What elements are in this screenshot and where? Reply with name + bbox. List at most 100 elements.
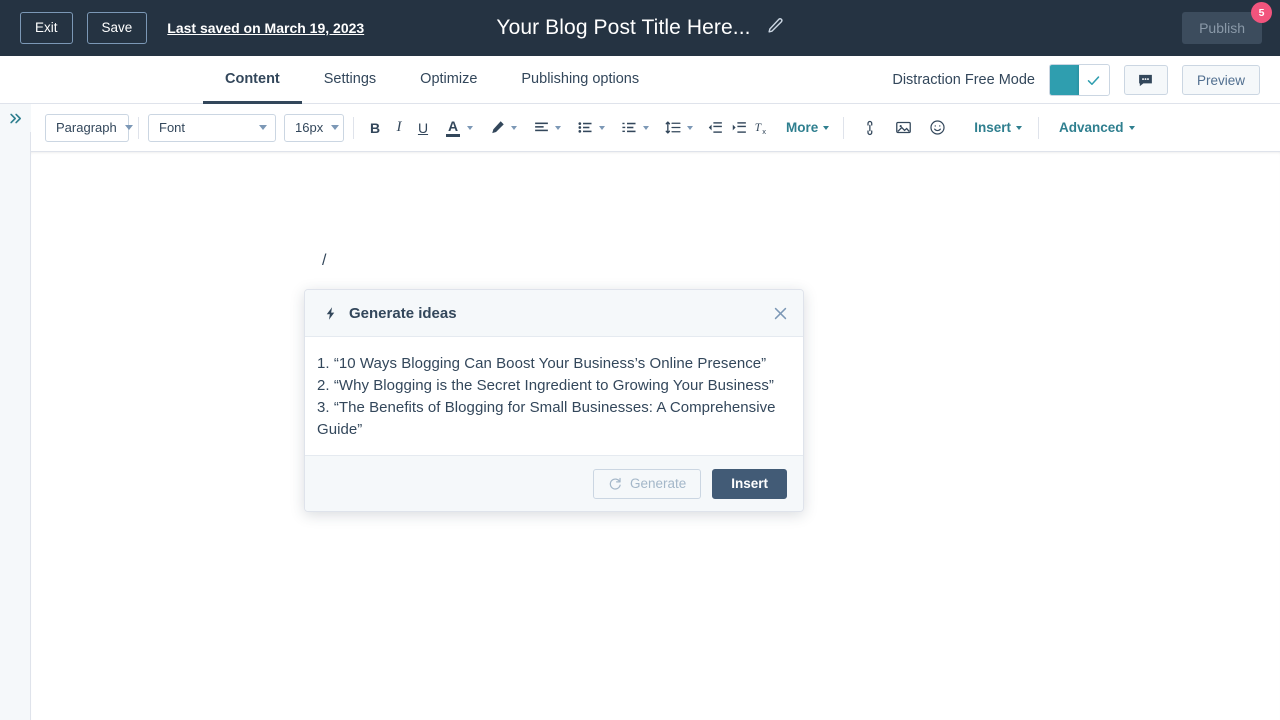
emoji-button[interactable] (925, 114, 949, 142)
comment-button[interactable] (1123, 65, 1168, 95)
text-color-icon: A (446, 119, 460, 137)
chevron-down-icon (331, 125, 340, 130)
chevron-down-icon[interactable] (599, 125, 605, 130)
distraction-free-mode-toggle[interactable] (1048, 64, 1110, 96)
status-badge: 5 (1251, 2, 1272, 23)
align-button[interactable] (529, 114, 553, 142)
image-icon (895, 121, 911, 134)
bold-button[interactable]: B (363, 114, 387, 142)
toolbar-divider (843, 116, 845, 139)
text-color-group: A (441, 114, 473, 142)
align-group (529, 114, 561, 142)
text-color-button[interactable]: A (441, 114, 465, 142)
align-icon (534, 122, 548, 132)
tab-content[interactable]: Content (203, 57, 302, 104)
chevron-down-icon[interactable] (1128, 125, 1135, 130)
lightning-bolt-icon (326, 306, 335, 320)
double-chevron-right-icon (10, 113, 21, 123)
bold-icon: B (369, 119, 381, 136)
page-title[interactable]: Your Blog Post Title Here... (496, 16, 750, 40)
toolbar-divider (353, 116, 354, 139)
editor-content: / (322, 252, 327, 269)
save-button[interactable]: Save (86, 12, 148, 44)
svg-text:T: T (755, 122, 762, 134)
tab-publishing-options[interactable]: Publishing options (499, 57, 661, 104)
modal-body: 1. “10 Ways Blogging Can Boost Your Busi… (305, 337, 803, 455)
publish-button[interactable]: Publish (1182, 12, 1262, 44)
advanced-menu-group: Advanced (1056, 120, 1135, 135)
distraction-free-mode-label: Distraction Free Mode (892, 72, 1035, 88)
numbered-list-group (617, 114, 649, 142)
sidebar-expand-button[interactable] (0, 104, 31, 132)
generate-ideas-modal: Generate ideas 1. “10 Ways Blogging Can … (304, 289, 804, 512)
last-saved-link[interactable]: Last saved on March 19, 2023 (167, 20, 364, 36)
toolbar-divider (138, 116, 139, 139)
font-size-value: 16px (295, 120, 324, 135)
highlight-group (485, 114, 517, 142)
font-family-value: Font (159, 120, 186, 135)
bullet-list-icon (577, 122, 592, 133)
idea-item: 3. “The Benefits of Blogging for Small B… (317, 399, 776, 438)
top-bar-right-group: Publish 5 (1182, 0, 1272, 56)
idea-item: 2. “Why Blogging is the Secret Ingredien… (317, 377, 774, 394)
underline-icon: U (417, 119, 429, 136)
generate-button[interactable]: Generate (592, 468, 702, 499)
refresh-icon (609, 477, 621, 490)
font-size-select[interactable]: 16px (284, 113, 344, 142)
font-family-select[interactable]: Font (148, 113, 276, 142)
highlight-button[interactable] (485, 114, 509, 142)
outdent-icon (708, 122, 722, 133)
chevron-down-icon[interactable] (511, 125, 517, 130)
more-group: More (783, 120, 830, 135)
top-bar: Exit Save Last saved on March 19, 2023 Y… (0, 0, 1280, 56)
preview-button[interactable]: Preview (1181, 65, 1260, 95)
chevron-down-icon[interactable] (467, 125, 473, 130)
chevron-down-icon (124, 125, 133, 130)
pencil-icon[interactable] (767, 17, 784, 39)
chevron-down-icon[interactable] (687, 125, 693, 130)
idea-item: 1. “10 Ways Blogging Can Boost Your Busi… (317, 355, 767, 372)
link-button[interactable] (857, 114, 881, 142)
svg-text:x: x (762, 127, 766, 136)
generate-button-label: Generate (629, 476, 687, 491)
modal-title: Generate ideas (349, 304, 457, 322)
modal-header: Generate ideas (305, 290, 803, 337)
more-button[interactable]: More (783, 120, 821, 135)
chevron-down-icon[interactable] (1016, 125, 1023, 130)
link-icon (867, 120, 873, 135)
tab-settings[interactable]: Settings (302, 57, 398, 104)
underline-button[interactable]: U (411, 114, 435, 142)
publish-button-wrapper: Publish 5 (1182, 2, 1272, 44)
block-format-value: Paragraph (56, 120, 117, 135)
chevron-down-icon[interactable] (555, 125, 561, 130)
image-button[interactable] (891, 114, 915, 142)
indent-icon (732, 122, 746, 133)
exit-button[interactable]: Exit (20, 12, 73, 44)
chevron-down-icon[interactable] (823, 125, 830, 130)
tab-bar: Content Settings Optimize Publishing opt… (0, 56, 1280, 104)
block-format-select[interactable]: Paragraph (45, 113, 133, 142)
tab-optimize[interactable]: Optimize (398, 57, 499, 104)
toolbar-divider (1038, 116, 1040, 139)
check-icon (1088, 75, 1100, 85)
insert-menu-group: Insert (971, 120, 1023, 135)
italic-button[interactable]: I (387, 114, 411, 142)
clear-formatting-icon: T x (755, 122, 767, 136)
tab-bar-right-group: Distraction Free Mode Preview (892, 56, 1260, 104)
line-height-button[interactable] (661, 114, 685, 142)
toggle-track-fill (1049, 65, 1079, 95)
numbered-list-button[interactable] (617, 114, 641, 142)
comment-icon (1139, 74, 1153, 86)
bullet-list-group (573, 114, 605, 142)
clear-formatting-button[interactable]: T x (751, 114, 775, 142)
tab-list: Content Settings Optimize Publishing opt… (203, 56, 661, 104)
advanced-menu-button[interactable]: Advanced (1056, 120, 1127, 135)
insert-button[interactable]: Insert (712, 468, 787, 499)
chevron-down-icon[interactable] (643, 125, 649, 130)
bullet-list-button[interactable] (573, 114, 597, 142)
insert-menu-button[interactable]: Insert (971, 120, 1014, 135)
close-icon[interactable] (772, 305, 789, 322)
indent-button[interactable] (727, 114, 751, 142)
line-height-icon (665, 121, 681, 134)
outdent-button[interactable] (703, 114, 727, 142)
